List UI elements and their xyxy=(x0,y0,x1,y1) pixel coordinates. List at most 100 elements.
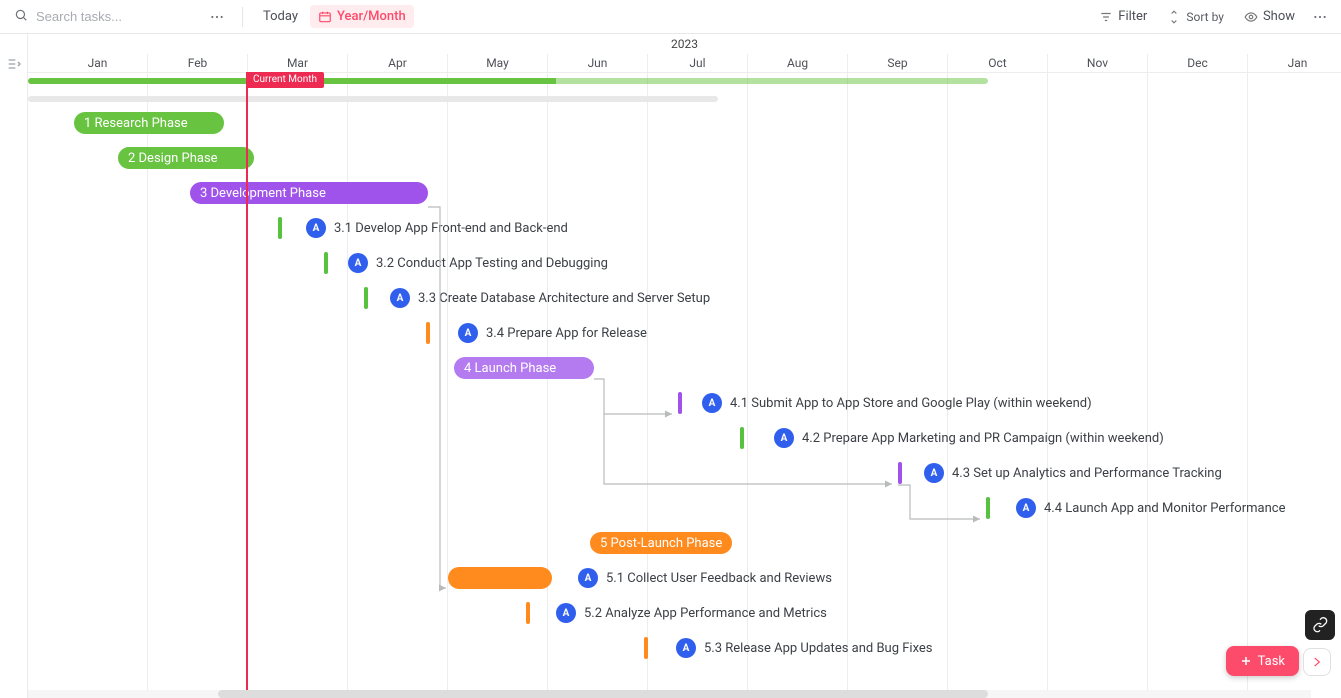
expand-gutter-button[interactable] xyxy=(0,34,28,698)
task-item[interactable]: A 3.2 Conduct App Testing and Debugging xyxy=(348,250,608,276)
show-button[interactable]: Show xyxy=(1236,5,1303,28)
month-header: Apr xyxy=(348,54,447,72)
toolbar-more-icon[interactable] xyxy=(1307,4,1333,30)
scrollbar-thumb[interactable] xyxy=(218,690,988,698)
gantt-row: A 5.3 Release App Updates and Bug Fixes xyxy=(28,631,1341,666)
task-item[interactable]: A 5.1 Collect User Feedback and Reviews xyxy=(578,565,832,591)
overall-progress-shadow xyxy=(28,96,718,102)
task-item[interactable]: A 4.3 Set up Analytics and Performance Tr… xyxy=(924,460,1222,486)
task-label: 3.3 Create Database Architecture and Ser… xyxy=(418,291,710,306)
assignee-avatar: A xyxy=(306,218,326,238)
phase-bar[interactable]: 1 Research Phase xyxy=(74,112,224,134)
month-header: Nov xyxy=(1048,54,1147,72)
task-tick xyxy=(526,602,530,624)
link-chip-icon[interactable] xyxy=(1305,610,1335,640)
today-button[interactable]: Today xyxy=(255,5,306,28)
secondary-fab-icon[interactable] xyxy=(1303,648,1331,676)
month-header: Mar xyxy=(248,54,347,72)
assignee-avatar: A xyxy=(578,568,598,588)
gantt-row: A 5.2 Analyze App Performance and Metrics xyxy=(28,596,1341,631)
add-task-button[interactable]: Task xyxy=(1226,646,1299,676)
divider xyxy=(242,7,243,27)
task-label: 5.2 Analyze App Performance and Metrics xyxy=(584,606,827,621)
assignee-avatar: A xyxy=(458,323,478,343)
filter-button[interactable]: Filter xyxy=(1091,5,1155,28)
gantt-row: 2 Design Phase xyxy=(28,141,1341,176)
gantt-row: A 3.2 Conduct App Testing and Debugging xyxy=(28,246,1341,281)
filter-label: Filter xyxy=(1118,9,1147,24)
current-month-flag: Current Month xyxy=(246,72,324,88)
gantt-chart[interactable]: 2023 JanFebMarAprMayJunJulAugSepOctNovDe… xyxy=(28,36,1341,698)
phase-bar[interactable]: 2 Design Phase xyxy=(118,147,254,169)
sort-label: Sort by xyxy=(1186,10,1224,24)
month-header: Jan xyxy=(1248,54,1341,72)
phase-bar[interactable]: 3 Development Phase xyxy=(190,182,428,204)
assignee-avatar: A xyxy=(924,463,944,483)
task-label: 4.4 Launch App and Monitor Performance xyxy=(1044,501,1285,516)
task-label: 5.1 Collect User Feedback and Reviews xyxy=(606,571,832,586)
month-header: Sep xyxy=(848,54,947,72)
phase-bar-label: 4 Launch Phase xyxy=(464,361,556,376)
gantt-row: A 4.1 Submit App to App Store and Google … xyxy=(28,386,1341,421)
toolbar: Today Year/Month Filter Sort by Show xyxy=(0,0,1341,34)
task-label: 3.4 Prepare App for Release xyxy=(486,326,647,341)
month-header: Jul xyxy=(648,54,747,72)
task-label: 4.1 Submit App to App Store and Google P… xyxy=(730,396,1092,411)
phase-bar-label: 2 Design Phase xyxy=(128,151,218,166)
gantt-row: A 4.3 Set up Analytics and Performance Tr… xyxy=(28,456,1341,491)
task-tick xyxy=(986,497,990,519)
search-wrapper xyxy=(8,4,200,30)
gantt-row: A 4.4 Launch App and Monitor Performance xyxy=(28,491,1341,526)
task-item[interactable]: A3.3 Create Database Architecture and Se… xyxy=(390,285,710,311)
task-tick xyxy=(898,462,902,484)
task-tick xyxy=(644,637,648,659)
gantt-row: A 3.1 Develop App Front-end and Back-end xyxy=(28,211,1341,246)
task-label: 4.2 Prepare App Marketing and PR Campaig… xyxy=(802,431,1164,446)
search-input[interactable] xyxy=(34,8,194,25)
current-month-line xyxy=(246,72,248,698)
task-tick xyxy=(324,252,328,274)
gantt-row: 1 Research Phase xyxy=(28,106,1341,141)
main-panel: 2023 JanFebMarAprMayJunJulAugSepOctNovDe… xyxy=(0,34,1341,698)
task-item[interactable]: A 4.4 Launch App and Monitor Performance xyxy=(1016,495,1285,521)
task-label: 3.1 Develop App Front-end and Back-end xyxy=(334,221,568,236)
phase-bar[interactable]: 4 Launch Phase xyxy=(454,357,594,379)
task-item[interactable]: A 3.4 Prepare App for Release xyxy=(458,320,647,346)
task-label: 4.3 Set up Analytics and Performance Tra… xyxy=(952,466,1222,481)
assignee-avatar: A xyxy=(556,603,576,623)
month-header: Dec xyxy=(1148,54,1247,72)
task-item[interactable]: A 5.2 Analyze App Performance and Metrics xyxy=(556,600,827,626)
gantt-row: A 5.1 Collect User Feedback and Reviews xyxy=(28,561,1341,596)
assignee-avatar: A xyxy=(1016,498,1036,518)
assignee-avatar: A xyxy=(348,253,368,273)
task-tick xyxy=(364,287,368,309)
horizontal-scrollbar[interactable] xyxy=(28,690,1311,698)
task-item[interactable]: A4.2 Prepare App Marketing and PR Campai… xyxy=(774,425,1164,451)
gantt-row: 3 Development Phase xyxy=(28,176,1341,211)
task-label: 3.2 Conduct App Testing and Debugging xyxy=(376,256,608,271)
zoom-level-label: Year/Month xyxy=(337,9,406,24)
zoom-level-button[interactable]: Year/Month xyxy=(310,5,414,28)
phase-bar[interactable]: 5 Post-Launch Phase xyxy=(590,532,732,554)
task-item[interactable]: A 5.3 Release App Updates and Bug Fixes xyxy=(676,635,933,661)
task-label: 5.3 Release App Updates and Bug Fixes xyxy=(704,641,933,656)
search-more-icon[interactable] xyxy=(204,4,230,30)
add-task-label: Task xyxy=(1258,654,1285,669)
gantt-row: 4 Launch Phase xyxy=(28,351,1341,386)
sort-button[interactable]: Sort by xyxy=(1159,6,1232,28)
assignee-avatar: A xyxy=(676,638,696,658)
month-header: May xyxy=(448,54,547,72)
month-header: Jun xyxy=(548,54,647,72)
month-header: Aug xyxy=(748,54,847,72)
assignee-avatar: A xyxy=(702,393,722,413)
timeline-year: 2023 xyxy=(28,36,1341,52)
gantt-row: A 3.4 Prepare App for Release xyxy=(28,316,1341,351)
month-header: Jan xyxy=(48,54,147,72)
show-label: Show xyxy=(1263,9,1295,24)
task-item[interactable]: A 3.1 Develop App Front-end and Back-end xyxy=(306,215,568,241)
month-header: Feb xyxy=(148,54,247,72)
gantt-row: 5 Post-Launch Phase xyxy=(28,526,1341,561)
task-item[interactable]: A 4.1 Submit App to App Store and Google … xyxy=(702,390,1092,416)
gantt-rows: 1 Research Phase 2 Design Phase 3 Developm… xyxy=(28,76,1341,698)
gantt-row: A4.2 Prepare App Marketing and PR Campai… xyxy=(28,421,1341,456)
